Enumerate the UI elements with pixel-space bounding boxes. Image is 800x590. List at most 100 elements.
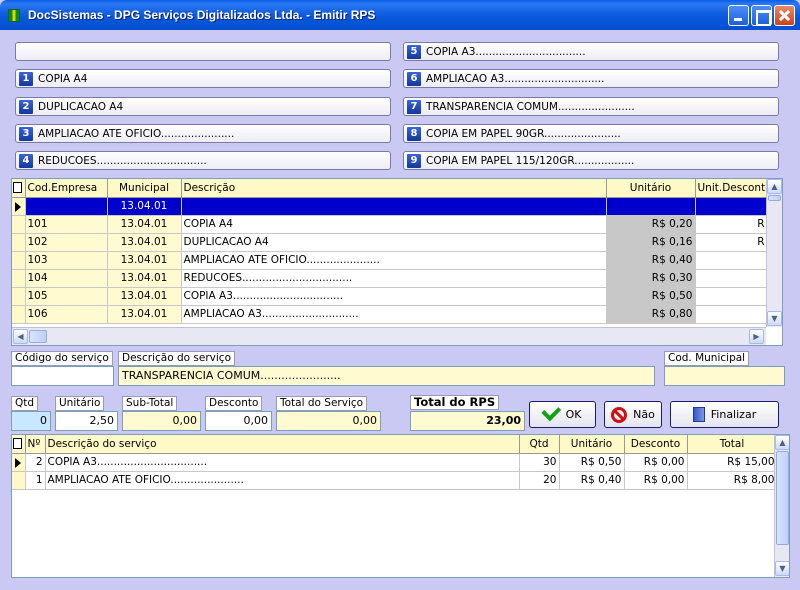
catalog-grid[interactable]: Cod.Empresa Municipal Descrição Unitário… (11, 178, 783, 346)
scroll-thumb[interactable] (29, 330, 47, 343)
column-header[interactable]: Desconto (624, 435, 688, 454)
row-indicator (12, 215, 26, 234)
column-header[interactable]: Cod.Empresa (25, 179, 108, 198)
codigo-servico-input[interactable] (11, 366, 114, 386)
cell-unit-desconto (695, 305, 768, 324)
shortcut-label: COPIA EM PAPEL 115/120GR................… (426, 154, 635, 167)
cell-cod: 106 (25, 305, 108, 324)
table-row[interactable]: 105 13.04.01 COPIA A3...................… (12, 287, 768, 306)
descricao-servico-label: Descrição do serviço (118, 351, 235, 366)
shortcut-label: AMPLIACAO A3............................… (426, 72, 605, 85)
shortcut-button-3[interactable]: 3 AMPLIACAO ATE OFICIO...................… (15, 124, 391, 143)
shortcut-button-4[interactable]: 4 REDUCOES...............................… (15, 151, 391, 170)
row-indicator (12, 453, 26, 472)
column-header[interactable]: Nº (25, 435, 46, 454)
search-field[interactable] (15, 42, 391, 61)
maximize-button[interactable] (751, 5, 772, 26)
table-row[interactable]: 2 COPIA A3..............................… (12, 453, 778, 472)
column-header[interactable]: Municipal (107, 179, 182, 198)
table-row[interactable]: 106 13.04.01 AMPLIACAO A3...............… (12, 305, 768, 324)
shortcut-button-8[interactable]: 8 COPIA EM PAPEL 90GR....................… (403, 124, 779, 143)
number-badge: 3 (19, 126, 33, 141)
scroll-left-icon[interactable]: ◀ (13, 329, 28, 344)
cell-desconto: R$ 0,00 (624, 453, 688, 472)
finalizar-label: Finalizar (710, 408, 757, 421)
number-badge: 4 (19, 153, 33, 168)
shortcut-button-1[interactable]: 1 COPIA A4 (15, 69, 391, 88)
close-button[interactable] (774, 5, 795, 26)
cell-municipal: 13.04.01 (107, 197, 182, 216)
shortcut-button-9[interactable]: 9 COPIA EM PAPEL 115/120GR...............… (403, 151, 779, 170)
column-header[interactable]: Unitário (606, 179, 696, 198)
table-row[interactable]: 102 13.04.01 DUPLICACAO A4 R$ 0,16 R (12, 233, 768, 252)
column-header[interactable]: Descrição do serviço (45, 435, 520, 454)
qtd-label: Qtd (11, 396, 39, 411)
scroll-right-icon[interactable]: ▶ (749, 329, 764, 344)
subtotal-input[interactable]: 0,00 (122, 411, 201, 431)
number-badge: 7 (407, 99, 421, 114)
total-servico-input[interactable]: 0,00 (276, 411, 381, 431)
check-icon (540, 401, 561, 421)
pencil-icon (13, 437, 22, 449)
items-vertical-scrollbar[interactable]: ▲ ▼ (774, 435, 789, 577)
cell-municipal: 13.04.01 (107, 287, 182, 306)
cell-numero: 1 (25, 471, 46, 490)
unitario-input[interactable]: 2,50 (55, 411, 118, 431)
cell-unit-desconto (695, 251, 768, 270)
table-row[interactable]: 104 13.04.01 REDUCOES...................… (12, 269, 768, 288)
pencil-icon (13, 181, 22, 193)
table-row[interactable]: 1 AMPLIACAO ATE OFICIO..................… (12, 471, 778, 490)
catalog-vertical-scrollbar[interactable]: ▲ ▼ (766, 179, 782, 327)
scroll-down-icon[interactable]: ▼ (767, 311, 782, 326)
cod-municipal-input[interactable] (664, 366, 785, 386)
cell-qtd: 20 (519, 471, 560, 490)
qtd-input[interactable]: 0 (11, 411, 51, 431)
descricao-servico-input[interactable]: TRANSPARENCIA COMUM.....................… (118, 366, 655, 386)
cell-descricao: AMPLIACAO ATE OFICIO....................… (45, 471, 520, 490)
cell-descricao: AMPLIACAO ATE OFICIO....................… (181, 251, 607, 270)
scroll-thumb[interactable] (768, 195, 781, 201)
desconto-label: Desconto (205, 396, 263, 411)
cell-unitario: R$ 0,20 (606, 215, 696, 234)
cell-unit-desconto: R (695, 215, 768, 234)
catalog-horizontal-scrollbar[interactable]: ◀ ▶ (12, 327, 766, 345)
scroll-up-icon[interactable]: ▲ (767, 179, 782, 194)
column-header[interactable]: Unit.Desconto (695, 179, 768, 198)
column-header[interactable]: Total (687, 435, 778, 454)
cell-descricao: COPIA A3................................… (181, 287, 607, 306)
table-row[interactable]: 13.04.01 (12, 197, 768, 216)
items-grid[interactable]: Nº Descrição do serviço Qtd Unitário Des… (11, 434, 790, 578)
shortcut-button-6[interactable]: 6 AMPLIACAO A3...........................… (403, 69, 779, 88)
title-bar: DocSistemas - DPG Serviços Digitalizados… (0, 0, 800, 30)
close-icon (775, 6, 794, 25)
table-row[interactable]: 101 13.04.01 COPIA A4 R$ 0,20 R (12, 215, 768, 234)
minimize-button[interactable] (728, 5, 749, 26)
ok-button[interactable]: OK (529, 401, 596, 428)
shortcut-label: REDUCOES................................… (38, 154, 207, 167)
column-header[interactable]: Descrição (181, 179, 607, 198)
cell-municipal: 13.04.01 (107, 233, 182, 252)
codigo-servico-label: Código do serviço (11, 351, 113, 366)
cell-descricao: AMPLIACAO A3............................… (181, 305, 607, 324)
nao-button[interactable]: Não (604, 401, 662, 428)
cell-unitario: R$ 0,80 (606, 305, 696, 324)
column-header[interactable]: Unitário (559, 435, 625, 454)
cell-descricao: REDUCOES................................… (181, 269, 607, 288)
scroll-down-icon[interactable]: ▼ (775, 561, 789, 576)
shortcut-button-7[interactable]: 7 TRANSPARENCIA COMUM....................… (403, 97, 779, 116)
total-rps-label: Total do RPS (410, 395, 500, 410)
desconto-input[interactable]: 0,00 (205, 411, 272, 431)
finalizar-button[interactable]: Finalizar (670, 401, 779, 428)
cell-cod: 105 (25, 287, 108, 306)
minimize-icon (729, 6, 748, 25)
total-servico-label: Total do Serviço (276, 396, 368, 411)
shortcut-button-2[interactable]: 2 DUPLICACAO A4 (15, 97, 391, 116)
scroll-up-icon[interactable]: ▲ (775, 435, 789, 450)
row-indicator (12, 251, 26, 270)
app-icon (8, 9, 20, 22)
column-header[interactable]: Qtd (519, 435, 560, 454)
shortcut-button-5[interactable]: 5 COPIA A3...............................… (403, 42, 779, 61)
scroll-thumb[interactable] (776, 451, 789, 545)
row-indicator (12, 197, 26, 216)
table-row[interactable]: 103 13.04.01 AMPLIACAO ATE OFICIO.......… (12, 251, 768, 270)
